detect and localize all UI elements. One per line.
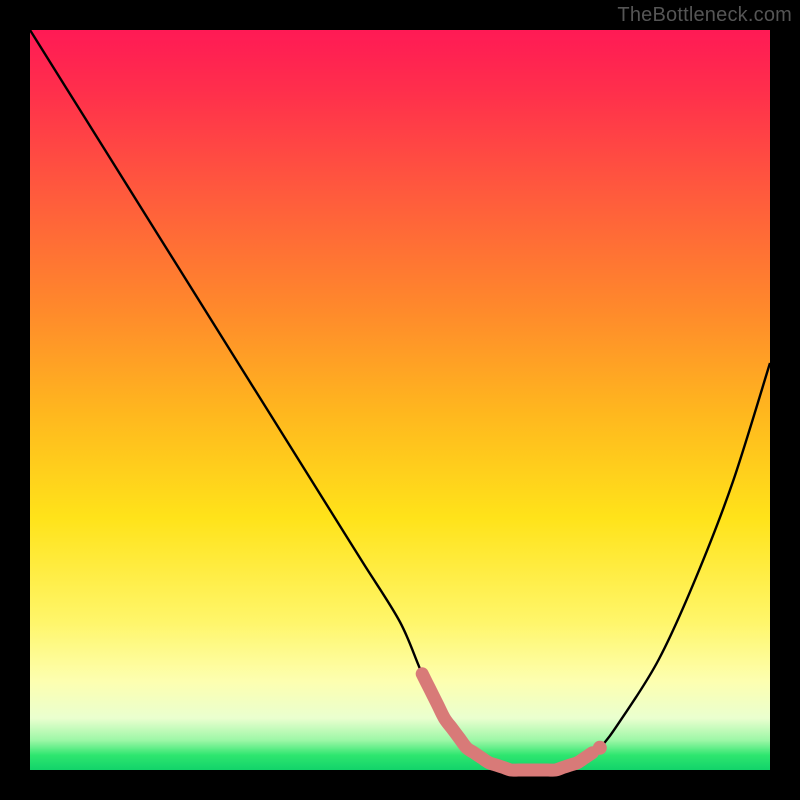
- chart-frame: TheBottleneck.com: [0, 0, 800, 800]
- watermark-text: TheBottleneck.com: [617, 4, 792, 27]
- valley-highlight-dot: [593, 741, 607, 755]
- valley-highlight-path: [422, 674, 592, 770]
- plot-area: [30, 30, 770, 770]
- bottleneck-curve-svg: [30, 30, 770, 770]
- bottleneck-curve-path: [30, 30, 770, 771]
